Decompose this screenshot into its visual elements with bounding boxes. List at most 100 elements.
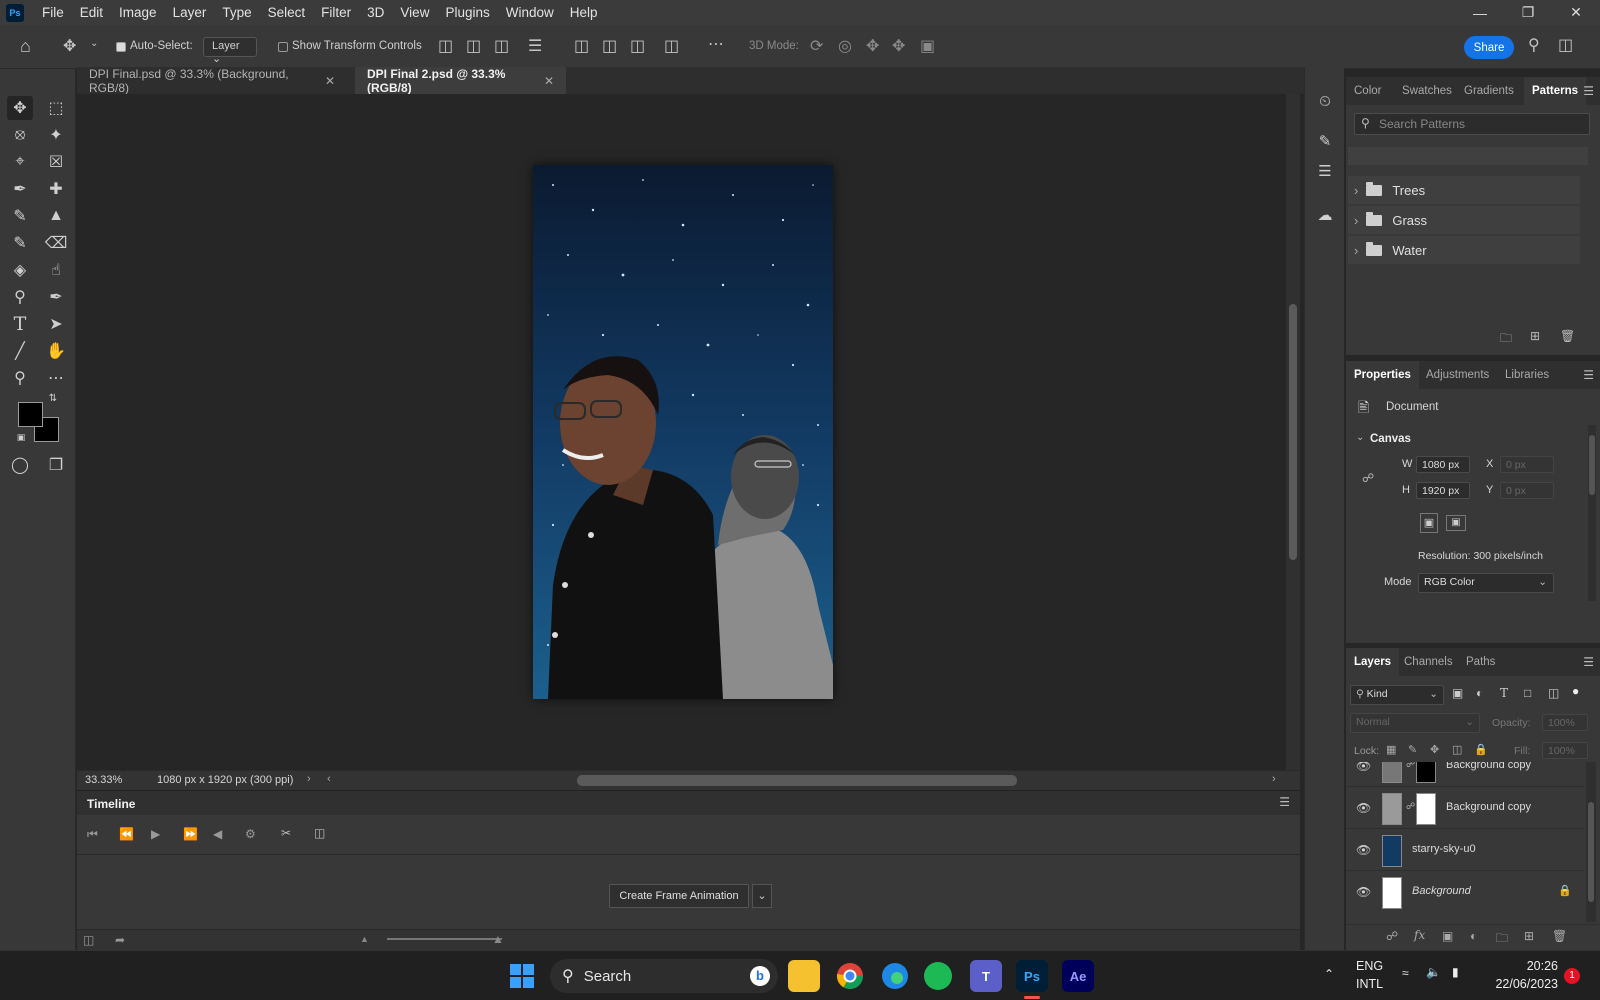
panel-menu-icon[interactable]: ☰ [1583, 655, 1594, 669]
hand-tool-icon[interactable]: ✋ [43, 339, 69, 363]
new-pattern-icon[interactable]: ⊞ [1530, 329, 1540, 343]
chrome-icon[interactable] [834, 960, 866, 992]
zoom-level[interactable]: 33.33% [85, 774, 122, 786]
battery-icon[interactable]: ▮ [1452, 965, 1459, 979]
color-mode-select[interactable]: RGB Color ⌄ [1418, 573, 1554, 593]
play-icon[interactable]: ▶ [151, 827, 160, 841]
menu-window[interactable]: Window [498, 5, 562, 20]
eye-visibility-icon[interactable]: 👁 [1356, 762, 1371, 773]
filter-toggle-icon[interactable]: ● [1572, 684, 1579, 698]
eraser-tool-icon[interactable]: ⌫ [43, 231, 69, 255]
chevron-down-icon[interactable]: ⌄ [752, 884, 772, 908]
language-layout[interactable]: INTL [1356, 977, 1383, 991]
align-middle-icon[interactable]: ◫ [602, 36, 617, 56]
eyedropper-tool-icon[interactable]: ✒ [7, 177, 33, 201]
photoshop-app-icon[interactable]: Ps [1016, 960, 1048, 992]
chevron-right-icon[interactable]: › [1354, 213, 1358, 228]
filter-adjustment-icon[interactable]: ◐ [1476, 686, 1483, 700]
eye-visibility-icon[interactable]: 👁 [1356, 801, 1371, 815]
dodge-tool-icon[interactable]: ⚲ [7, 285, 33, 309]
settings-gear-icon[interactable]: ⚙ [245, 827, 256, 841]
paint-bucket-tool-icon[interactable]: ◈ [7, 258, 33, 282]
layer-row[interactable]: 👁 Background 🔒 [1346, 870, 1584, 912]
libraries-icon[interactable]: ☁ [1313, 203, 1337, 227]
show-transform-checkbox[interactable] [278, 42, 288, 52]
minimize-icon[interactable]: — [1456, 0, 1504, 25]
chevron-right-icon[interactable]: › [307, 773, 311, 785]
scroll-right-icon[interactable]: › [1272, 773, 1276, 785]
panel-menu-icon[interactable]: ☰ [1583, 368, 1594, 382]
link-layers-icon[interactable]: ☍ [1386, 929, 1398, 943]
clock-time[interactable]: 20:26 [1518, 959, 1558, 973]
close-tab-icon[interactable]: ✕ [544, 74, 554, 88]
adjustments-sliders-icon[interactable]: ☰ [1313, 159, 1337, 183]
chevron-down-icon[interactable]: ⌄ [1356, 432, 1364, 443]
landscape-orientation-icon[interactable]: ▣ [1446, 515, 1466, 531]
marquee-tool-icon[interactable]: ⬚ [43, 96, 69, 120]
home-icon[interactable]: ⌂ [20, 36, 31, 57]
wifi-icon[interactable]: ≈ [1402, 966, 1409, 980]
filter-type-icon[interactable]: T [1500, 686, 1508, 700]
portrait-orientation-icon[interactable]: ▣ [1420, 513, 1438, 533]
timeline-zoom-slider[interactable] [387, 938, 502, 940]
zoom-in-icon[interactable]: ▲ [492, 932, 504, 946]
properties-scrollbar[interactable] [1588, 425, 1596, 601]
default-colors-icon[interactable]: ▣ [14, 430, 28, 444]
eye-visibility-icon[interactable]: 👁 [1356, 885, 1371, 899]
lock-transparent-icon[interactable]: ▦ [1386, 743, 1396, 756]
move-tool-icon[interactable]: ✥ [7, 96, 33, 120]
vertical-scrollbar[interactable] [1286, 94, 1300, 770]
workspace-icon[interactable]: ◫ [1558, 35, 1573, 55]
auto-select-checkbox[interactable] [116, 42, 126, 52]
vertical-scroll-thumb[interactable] [1289, 304, 1297, 560]
stamp-tool-icon[interactable]: ▲ [43, 204, 69, 228]
audio-icon[interactable]: ◀ [213, 827, 222, 841]
add-mask-icon[interactable]: ▣ [1442, 929, 1453, 943]
fx-icon[interactable]: fx [1414, 928, 1425, 942]
scroll-left-icon[interactable]: ‹ [327, 773, 331, 785]
zoom-tool-icon[interactable]: ⚲ [7, 366, 33, 390]
link-dimensions-icon[interactable]: ☍ [1362, 471, 1374, 485]
tab-paths[interactable]: Paths [1458, 648, 1503, 676]
transition-icon[interactable]: ◫ [314, 826, 325, 840]
layer-row[interactable]: 👁 ☍ Background copy [1346, 762, 1584, 786]
align-center-icon[interactable]: ◫ [466, 36, 481, 56]
menu-help[interactable]: Help [562, 5, 606, 20]
pen-tool-icon[interactable]: ✒ [43, 285, 69, 309]
close-window-icon[interactable]: ✕ [1552, 0, 1600, 25]
mask-link-icon[interactable]: ☍ [1406, 801, 1415, 812]
tab-libraries[interactable]: Libraries [1497, 361, 1557, 389]
quick-mask-icon[interactable]: ◯ [7, 453, 33, 477]
lasso-tool-icon[interactable]: ⦻ [7, 123, 33, 147]
create-frame-animation-button[interactable]: Create Frame Animation [609, 884, 749, 908]
menu-plugins[interactable]: Plugins [437, 5, 497, 20]
history-icon[interactable]: ⏲ [1313, 89, 1337, 113]
swap-colors-icon[interactable]: ⇅ [46, 391, 60, 405]
chevron-right-icon[interactable]: › [1354, 243, 1358, 258]
share-button[interactable]: Share [1464, 36, 1514, 59]
adjustment-layer-icon[interactable]: ◐ [1470, 929, 1477, 943]
canvas-width-input[interactable]: 1080 px [1416, 456, 1470, 473]
quick-selection-tool-icon[interactable]: ✦ [43, 123, 69, 147]
healing-brush-tool-icon[interactable]: ✚ [43, 177, 69, 201]
tab-patterns[interactable]: Patterns [1524, 77, 1587, 105]
notification-badge[interactable]: 1 [1564, 968, 1580, 984]
horizontal-scroll-thumb[interactable] [577, 775, 1017, 786]
crop-tool-icon[interactable]: ⌖ [7, 150, 33, 174]
layers-scrollbar[interactable] [1586, 762, 1596, 922]
panel-menu-icon[interactable]: ☰ [1279, 795, 1290, 809]
after-effects-app-icon[interactable]: Ae [1062, 960, 1094, 992]
screen-mode-icon[interactable]: ❐ [43, 453, 69, 477]
align-left-icon[interactable]: ◫ [438, 36, 453, 56]
windows-start-icon[interactable] [506, 960, 538, 992]
layer-filter-kind[interactable]: ⚲ Kind ⌄ [1350, 685, 1444, 705]
properties-scroll-thumb[interactable] [1589, 435, 1595, 495]
chevron-right-icon[interactable]: › [1354, 183, 1358, 198]
new-layer-icon[interactable]: ⊞ [1524, 929, 1534, 943]
edge-icon[interactable] [879, 960, 911, 992]
menu-select[interactable]: Select [260, 5, 314, 20]
panel-menu-icon[interactable]: ☰ [1583, 84, 1594, 98]
previous-frame-icon[interactable]: ⏪ [119, 827, 134, 841]
align-top-icon[interactable]: ◫ [574, 36, 589, 56]
history-brush-tool-icon[interactable]: ✎ [7, 231, 33, 255]
